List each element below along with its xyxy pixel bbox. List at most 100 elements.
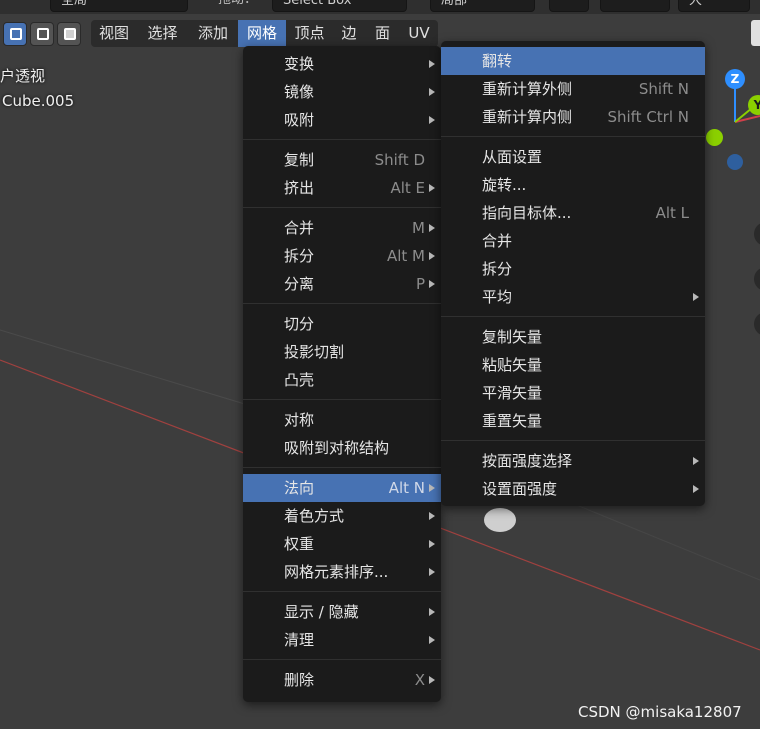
menu-separator [243, 303, 441, 304]
normals-menu-item[interactable]: 重新计算外侧 Shift N [441, 75, 705, 103]
mesh-menu-item-label: 权重 [284, 535, 315, 553]
mesh-menu-item[interactable]: 吸附到对称结构 [243, 434, 441, 462]
mesh-menu-item[interactable]: 清理 [243, 626, 441, 654]
mesh-menu-item-label: 着色方式 [284, 507, 345, 525]
shortcut-hint: Shift D [374, 151, 425, 169]
select-mode-dropdown[interactable]: Select Box [272, 0, 407, 12]
mesh-menu-item[interactable]: 删除 X [243, 666, 441, 694]
menu-separator [441, 440, 705, 441]
mesh-menu-item-label: 变换 [284, 55, 315, 73]
normals-menu-item-label: 从面设置 [482, 148, 543, 166]
proportional-edit-dropdown[interactable] [600, 0, 670, 12]
mesh-menu-item-label: 投影切割 [284, 343, 345, 361]
mesh-menu-item[interactable]: 网格元素排序... [243, 558, 441, 586]
watermark: CSDN @misaka12807 [578, 703, 742, 721]
normals-menu-item[interactable]: 拆分 [441, 255, 705, 283]
menu-mesh[interactable]: 网格 [238, 20, 286, 47]
mesh-menu-item[interactable]: 显示 / 隐藏 [243, 598, 441, 626]
normals-menu-item-label: 粘贴矢量 [482, 356, 543, 374]
mesh-menu-item-label: 合并 [284, 219, 315, 237]
normals-menu-item[interactable]: 按面强度选择 [441, 447, 705, 475]
mesh-menu-item[interactable]: 复制 Shift D [243, 146, 441, 174]
mesh-menu-item[interactable]: 着色方式 [243, 502, 441, 530]
normals-menu-item[interactable]: 重置矢量 [441, 407, 705, 435]
shortcut-hint: Alt L [655, 204, 689, 222]
snap-toggle-button[interactable] [549, 0, 589, 12]
menu-separator [243, 139, 441, 140]
face-select-mode-button[interactable] [57, 22, 81, 46]
proportional-falloff-dropdown[interactable]: 大 [678, 0, 750, 12]
mesh-menu-item[interactable]: 投影切割 [243, 338, 441, 366]
normals-menu-item[interactable]: 旋转... [441, 171, 705, 199]
submenu-arrow-icon [429, 636, 435, 644]
menu-separator [243, 467, 441, 468]
vertex-select-mode-button[interactable] [3, 22, 27, 46]
mesh-menu-item-label: 分离 [284, 275, 315, 293]
mesh-menu-item[interactable]: 镜像 [243, 78, 441, 106]
menu-select[interactable]: 选择 [137, 20, 188, 47]
menu-separator [243, 659, 441, 660]
header-collapse-button[interactable] [751, 20, 760, 46]
submenu-arrow-icon [429, 608, 435, 616]
gizmo-y-label: Y [753, 98, 760, 112]
menu-view[interactable]: 视图 [91, 20, 137, 47]
mesh-menu-item-label: 网格元素排序... [284, 563, 389, 581]
shortcut-hint: Alt N [388, 479, 425, 497]
mesh-menu-item[interactable]: 拆分 Alt M [243, 242, 441, 270]
normals-menu-item[interactable]: 平滑矢量 [441, 379, 705, 407]
mesh-menu-item[interactable]: 凸壳 [243, 366, 441, 394]
mesh-menu-item[interactable]: 分离 P [243, 270, 441, 298]
mesh-menu-item[interactable]: 法向 Alt N [243, 474, 441, 502]
menu-separator [441, 136, 705, 137]
menu-edge[interactable]: 边 [333, 20, 365, 47]
mesh-menu-item[interactable]: 对称 [243, 406, 441, 434]
normals-menu-item[interactable]: 设置面强度 [441, 475, 705, 503]
mesh-menu-item[interactable]: 切分 [243, 310, 441, 338]
normals-menu-item[interactable]: 粘贴矢量 [441, 351, 705, 379]
shortcut-hint: M [412, 219, 425, 237]
menu-face[interactable]: 面 [365, 20, 400, 47]
edge-select-icon [37, 28, 49, 40]
submenu-arrow-icon [429, 224, 435, 232]
menu-vertex[interactable]: 顶点 [286, 20, 333, 47]
vertex-select-icon [10, 28, 22, 40]
snap-target-dropdown[interactable]: 局部 [430, 0, 535, 12]
submenu-arrow-icon [429, 280, 435, 288]
menu-separator [243, 591, 441, 592]
shortcut-hint: P [415, 275, 425, 293]
shortcut-hint: Alt E [390, 179, 425, 197]
face-select-icon [64, 28, 76, 40]
gizmo-neg-z-axis[interactable] [727, 154, 743, 170]
mesh-menu-item[interactable]: 合并 M [243, 214, 441, 242]
normals-submenu: 翻转 重新计算外侧 Shift N 重新计算内侧 Shift Ctrl N 从面设置旋转.… [441, 41, 705, 506]
menu-separator [243, 207, 441, 208]
normals-menu-item-label: 合并 [482, 232, 513, 250]
mesh-menu-item[interactable]: 权重 [243, 530, 441, 558]
mesh-menu-item[interactable]: 变换 [243, 50, 441, 78]
gizmo-neg-y-axis[interactable] [706, 129, 723, 146]
edge-select-mode-button[interactable] [30, 22, 54, 46]
submenu-arrow-icon [693, 457, 699, 465]
mesh-menu-item-label: 删除 [284, 671, 315, 689]
drag-label: 拖动： [218, 0, 257, 12]
menu-add[interactable]: 添加 [188, 20, 238, 47]
normals-menu-item-label: 指向目标体... [482, 204, 572, 222]
normals-menu-item[interactable]: 从面设置 [441, 143, 705, 171]
normals-menu-item[interactable]: 平均 [441, 283, 705, 311]
normals-menu-item[interactable]: 指向目标体... Alt L [441, 199, 705, 227]
gizmo-z-axis[interactable]: Z [725, 69, 745, 89]
normals-menu-item-label: 重新计算外侧 [482, 80, 573, 98]
mesh-menu-item[interactable]: 挤出 Alt E [243, 174, 441, 202]
mesh-menu-item-label: 挤出 [284, 179, 315, 197]
transform-pivot-dropdown[interactable]: 全局 [50, 0, 188, 12]
normals-menu-item[interactable]: 合并 [441, 227, 705, 255]
proportional-value: 大 [689, 0, 703, 8]
normals-menu-item[interactable]: 复制矢量 [441, 323, 705, 351]
submenu-arrow-icon [429, 88, 435, 96]
normals-menu-item[interactable]: 翻转 [441, 47, 705, 75]
normals-menu-item[interactable]: 重新计算内侧 Shift Ctrl N [441, 103, 705, 131]
menu-uv[interactable]: UV [400, 20, 438, 47]
submenu-arrow-icon [693, 293, 699, 301]
mesh-object-part [484, 508, 516, 532]
mesh-menu-item[interactable]: 吸附 [243, 106, 441, 134]
